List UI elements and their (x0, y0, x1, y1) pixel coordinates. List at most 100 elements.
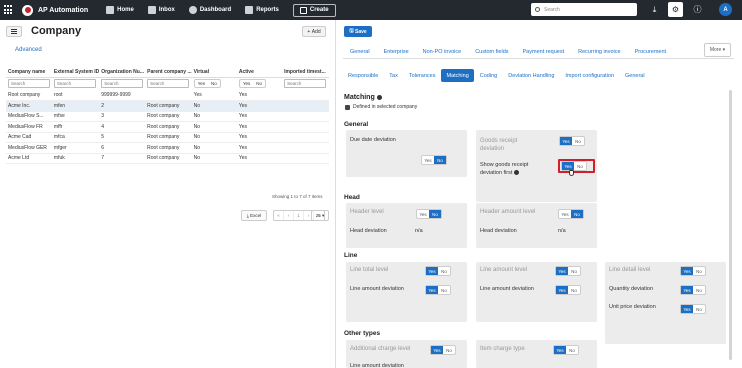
toggle-no[interactable]: No (568, 267, 580, 275)
filter-external-id[interactable]: Search (53, 79, 96, 89)
toggle-no[interactable]: No (693, 286, 705, 294)
line-total-level-toggle[interactable]: Yes No (425, 266, 451, 276)
help-icon[interactable]: ⓘ (692, 4, 703, 15)
col-active[interactable]: Active (236, 67, 283, 78)
nav-home[interactable]: Home (106, 6, 134, 14)
filter-active-toggle[interactable]: Yes No (238, 79, 266, 89)
tab-non-po-invoice[interactable]: Non-PO invoice (416, 44, 469, 59)
first-page-button[interactable]: « (274, 211, 284, 220)
create-button[interactable]: Create (292, 3, 336, 17)
subtab-matching[interactable]: Matching (441, 69, 474, 82)
additional-charge-level-toggle[interactable]: Yes No (430, 345, 456, 355)
col-org-number[interactable]: Organization Nu... (99, 67, 146, 78)
toggle-yes-selected[interactable]: Yes (554, 346, 566, 354)
download-icon[interactable]: ⤓ (649, 4, 660, 15)
tab-enterprise[interactable]: Enterprise (377, 44, 416, 59)
toggle-yes[interactable]: Yes (559, 210, 571, 218)
nav-dashboard[interactable]: Dashboard (188, 6, 231, 14)
filter-virtual-toggle[interactable]: Yes No (193, 79, 221, 89)
toggle-no[interactable]: No (572, 137, 584, 145)
gear-icon[interactable]: ⚙ (668, 2, 683, 17)
line-amount-deviation-toggle[interactable]: Yes No (425, 285, 451, 295)
goods-receipt-deviation-toggle[interactable]: Yes No (559, 136, 585, 146)
scrollbar[interactable] (729, 90, 732, 360)
filter-virtual-no[interactable]: No (208, 80, 220, 87)
subtab-responsible[interactable]: Responsible (343, 69, 383, 82)
tab-procurement[interactable]: Procurement (628, 44, 674, 59)
toggle-yes-selected[interactable]: Yes (681, 286, 693, 294)
toggle-no[interactable]: No (566, 346, 578, 354)
toggle-yes-selected[interactable]: Yes (556, 286, 568, 294)
toggle-no[interactable]: No (443, 346, 455, 354)
tab-custom-fields[interactable]: Custom fields (468, 44, 515, 59)
due-date-deviation-toggle[interactable]: Yes No (421, 155, 447, 165)
quantity-deviation-toggle[interactable]: Yes No (680, 285, 706, 295)
col-parent-company[interactable]: Parent company ... (145, 67, 192, 78)
col-virtual[interactable]: Virtual (191, 67, 237, 78)
unit-price-deviation-toggle[interactable]: Yes No (680, 304, 706, 314)
table-row-selected[interactable]: Acme Inc. mfen 2 Root company No Yes (6, 100, 329, 112)
toggle-no[interactable]: No (693, 305, 705, 313)
avatar[interactable]: A (719, 3, 732, 16)
table-row[interactable]: MediusFlow FR mffr 4 Root company No Yes (6, 121, 329, 133)
global-search-input[interactable]: Search (531, 3, 637, 16)
filter-active-no[interactable]: No (253, 80, 265, 87)
table-row[interactable]: Acme Ltd mfuk 7 Root company No Yes (6, 153, 329, 164)
subtab-coding[interactable]: Coding (475, 69, 502, 82)
col-external-id[interactable]: External System ID (51, 67, 100, 78)
filter-parent-company[interactable]: Search (147, 79, 190, 89)
subtab-general[interactable]: General (620, 69, 650, 82)
col-imported-timestamp[interactable]: Imported timest... (282, 67, 329, 78)
toggle-yes-selected[interactable]: Yes (681, 305, 693, 313)
toggle-yes-selected[interactable]: Yes (431, 346, 443, 354)
toggle-no-selected[interactable]: No (434, 156, 446, 164)
add-button[interactable]: + Add (302, 26, 326, 37)
table-row[interactable]: MediusFlow S... mfse 3 Root company No Yes (6, 111, 329, 122)
save-button[interactable]: 🖫 Save (344, 26, 372, 37)
excel-export-button[interactable]: ⤓ Excel (241, 210, 267, 221)
toggle-no[interactable]: No (438, 286, 450, 294)
tab-general[interactable]: General (343, 44, 377, 59)
subtab-import-configuration[interactable]: Import configuration (560, 69, 619, 82)
item-charge-type-toggle[interactable]: Yes No (553, 345, 579, 355)
line-amount-level-toggle[interactable]: Yes No (555, 266, 581, 276)
header-level-toggle[interactable]: Yes No (416, 209, 442, 219)
table-row[interactable]: Acme Cad mfca 5 Root company No Yes (6, 132, 329, 143)
nav-inbox[interactable]: Inbox (147, 6, 175, 14)
more-tabs-button[interactable]: More ▾ (704, 43, 731, 57)
toggle-no[interactable]: No (693, 267, 705, 275)
toggle-no-selected[interactable]: No (429, 210, 441, 218)
toggle-yes-selected[interactable]: Yes (560, 137, 572, 145)
line-detail-level-toggle[interactable]: Yes No (680, 266, 706, 276)
page-size-select[interactable]: 25 ▾ (311, 210, 329, 221)
toggle-no[interactable]: No (438, 267, 450, 275)
prev-page-button[interactable]: ‹ (284, 211, 294, 220)
toggle-no[interactable]: No (568, 286, 580, 294)
toggle-yes[interactable]: Yes (417, 210, 429, 218)
table-row[interactable]: MediusFlow GER mfger 6 Root company No Yes (6, 142, 329, 154)
filter-virtual-yes[interactable]: Yes (195, 80, 208, 87)
app-grid-icon[interactable] (4, 5, 14, 15)
line-amount-deviation-toggle-2[interactable]: Yes No (555, 285, 581, 295)
subtab-tax[interactable]: Tax (384, 69, 403, 82)
defined-in-company-checkbox[interactable]: Defined in selected company (345, 104, 417, 110)
col-company-name[interactable]: Company name (6, 67, 52, 78)
filter-imported[interactable]: Search (284, 79, 327, 89)
toggle-yes-selected[interactable]: Yes (426, 286, 438, 294)
tab-recurring-invoice[interactable]: Recurring invoice (571, 44, 628, 59)
filter-active-yes[interactable]: Yes (240, 80, 253, 87)
subtab-deviation-handling[interactable]: Deviation Handling (503, 69, 559, 82)
filter-company-name[interactable]: Search (8, 79, 50, 89)
toggle-yes[interactable]: Yes (422, 156, 434, 164)
toggle-yes-selected[interactable]: Yes (556, 267, 568, 275)
advanced-link[interactable]: Advanced (15, 47, 42, 53)
toggle-yes-selected[interactable]: Yes (681, 267, 693, 275)
nav-reports[interactable]: Reports (245, 6, 279, 14)
page-number[interactable]: 1 (294, 211, 304, 220)
table-row[interactable]: Root company root 999999-9999 Yes Yes (6, 90, 329, 101)
toggle-yes-selected[interactable]: Yes (426, 267, 438, 275)
toggle-no-selected[interactable]: No (571, 210, 583, 218)
header-amount-level-toggle[interactable]: Yes No (558, 209, 584, 219)
tab-payment-request[interactable]: Payment request (516, 44, 572, 59)
filter-org-number[interactable]: Search (101, 79, 144, 89)
